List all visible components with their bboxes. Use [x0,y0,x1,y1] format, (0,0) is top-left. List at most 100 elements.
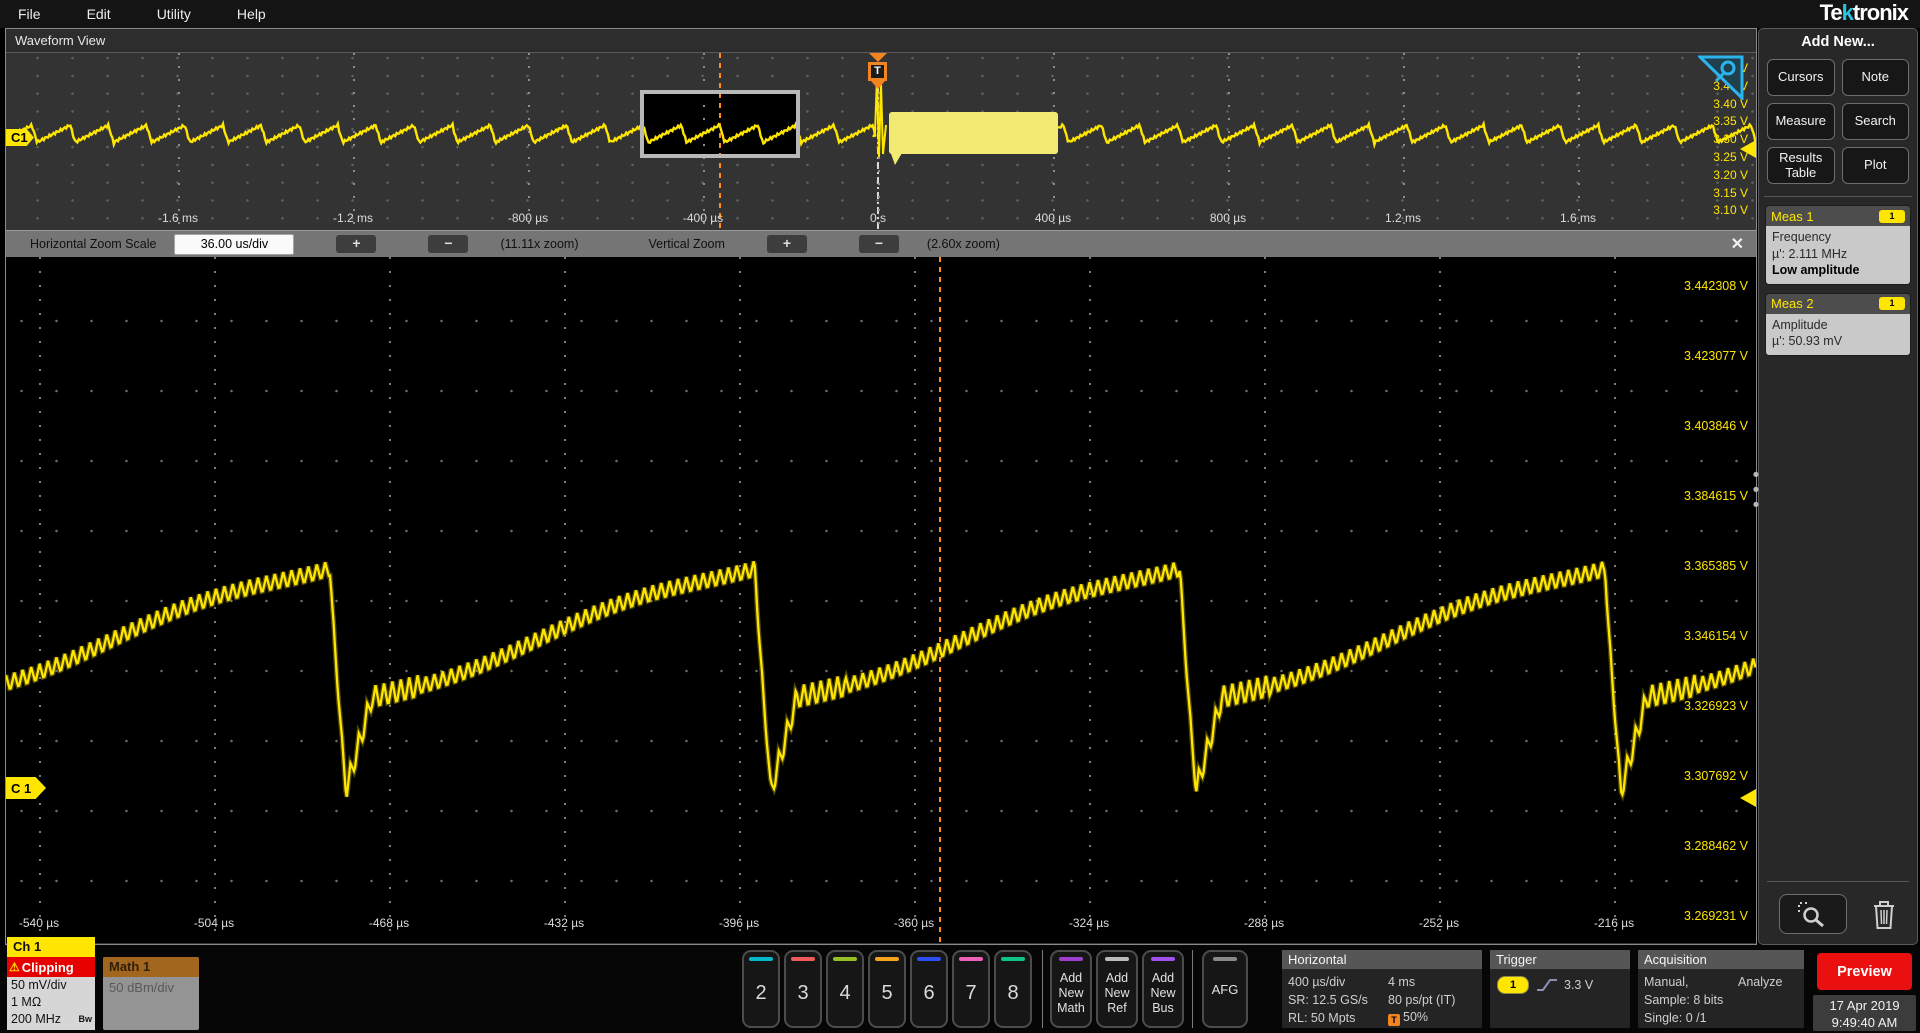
trigger-marker-icon[interactable]: T [868,62,887,81]
main-time-label: -288 µs [1244,916,1284,930]
trigger-marker-arrow-icon[interactable] [869,53,887,62]
logo-tronix: tronix [1853,0,1908,25]
acquisition-single: Single: 0 /1 [1644,1011,1707,1025]
acquisition-mode: Manual, [1644,975,1688,989]
hzoom-factor-label: (11.11x zoom) [500,237,578,251]
channel8-button[interactable]: 8 [994,950,1032,1028]
acquisition-panel[interactable]: Acquisition Manual, Analyze Sample: 8 bi… [1638,950,1804,1028]
trigger-title: Trigger [1490,950,1630,969]
waveform-view-title: Waveform View [6,29,1756,53]
channel7-label: 7 [954,982,988,1005]
channel2-label: 2 [744,982,778,1005]
main-time-label: -540 µs [19,916,59,930]
datetime-display: 17 Apr 2019 9:49:40 AM [1813,995,1916,1031]
overview-plot[interactable]: T C1 -1.6 ms-1.2 ms-800 µs-400 µs0 s400 … [6,53,1756,230]
channel6-button[interactable]: 6 [910,950,948,1028]
channel8-color-strip [1001,957,1025,961]
main-time-label: -252 µs [1419,916,1459,930]
vzoom-factor-label: (2.60x zoom) [927,237,1000,251]
hzoom-minus-button[interactable]: − [428,235,468,253]
channel4-button[interactable]: 4 [826,950,864,1028]
channel4-label: 4 [828,982,862,1005]
date-label: 17 Apr 2019 [1813,997,1916,1014]
channel5-button[interactable]: 5 [868,950,906,1028]
main-time-label: -504 µs [194,916,234,930]
overview-time-label: 1.6 ms [1560,211,1596,225]
menu-bar: File Edit Utility Help Tektronix [0,0,1920,28]
trigger-panel[interactable]: Trigger 1 3.3 V [1490,950,1630,1028]
menu-edit[interactable]: Edit [64,0,134,28]
main-voltage-label: 3.442308 V [1684,279,1748,293]
channel6-color-strip [917,957,941,961]
overview-voltage-label: 3.35 V [1713,114,1748,128]
sidebar-bottom [1767,881,1909,934]
settings-bar: Ch 1 ⚠ Clipping 50 mV/div1 MΩ200 MHzBw M… [0,945,1920,1033]
vzoom-minus-button[interactable]: − [859,235,899,253]
zoomed-waveform-plot[interactable]: C 1 -540 µs-504 µs-468 µs-432 µs-396 µs-… [6,257,1756,943]
horizontal-zoom-scale-input[interactable]: 36.00 us/div [174,234,294,255]
tektronix-logo: Tektronix [1820,0,1908,26]
channel3-button[interactable]: 3 [784,950,822,1028]
sidebar-button-measure[interactable]: Measure [1767,103,1835,140]
overview-voltage-label: 3.25 V [1713,150,1748,164]
panel-splitter-handle[interactable]: ••• [1751,468,1761,514]
horizontal-scale: 400 µs/div [1288,975,1345,989]
logo-k: k [1842,0,1853,25]
menu-utility[interactable]: Utility [134,0,214,28]
channel7-button[interactable]: 7 [952,950,990,1028]
vzoom-plus-button[interactable]: + [767,235,807,253]
meas1-warning: Low amplitude [1772,262,1904,279]
add-new-math-button[interactable]: AddNewMath [1050,950,1092,1028]
channel7-color-strip [959,957,983,961]
horizontal-panel[interactable]: Horizontal 400 µs/div 4 ms SR: 12.5 GS/s… [1282,950,1482,1028]
math1-scale: 50 dBm/div [103,980,199,995]
add-new-ref-button[interactable]: AddNewRef [1096,950,1138,1028]
acquisition-sample: Sample: 8 bits [1644,993,1723,1007]
meas2-source-badge: 1 [1879,297,1905,310]
add-new-bus-button[interactable]: AddNewBus [1142,950,1184,1028]
zoom-box[interactable] [640,90,800,158]
main-channel1-level-arrow-icon[interactable] [1740,789,1756,807]
sidebar-button-search[interactable]: Search [1842,103,1910,140]
overview-time-label: -800 µs [508,211,548,225]
zoom-select-button[interactable] [1779,894,1847,934]
menu-file[interactable]: File [0,0,64,28]
sidebar-button-note[interactable]: Note [1842,59,1910,96]
meas1-header[interactable]: Meas 1 1 [1766,206,1910,226]
time-label: 9:49:40 AM [1813,1014,1916,1031]
menu-help[interactable]: Help [214,0,289,28]
channel1-panel[interactable]: ⚠ Clipping 50 mV/div1 MΩ200 MHzBw [7,957,95,1030]
draw-zoom-box-icon[interactable] [1698,55,1744,100]
sidebar-button-cursors[interactable]: Cursors [1767,59,1835,96]
horizontal-trigger-position: T50% [1388,1010,1428,1026]
channel5-label: 5 [870,982,904,1005]
sidebar-button-results-table[interactable]: Results Table [1767,147,1835,184]
overview-voltage-label: 3.30 V [1713,132,1748,146]
add-new-label: AddNewRef [1098,971,1136,1016]
meas1-body: Frequency µ': 2.111 MHz Low amplitude [1766,226,1910,284]
horizontal-sample-rate: SR: 12.5 GS/s [1288,993,1368,1007]
meas1-card[interactable]: Meas 1 1 Frequency µ': 2.111 MHz Low amp… [1765,205,1911,285]
channel2-button[interactable]: 2 [742,950,780,1028]
horizontal-title: Horizontal [1282,950,1482,969]
meas2-header[interactable]: Meas 2 1 [1766,294,1910,314]
trigger-marker-tail-icon [871,81,885,89]
meas1-value: µ': 2.111 MHz [1772,246,1904,263]
meas2-card[interactable]: Meas 2 1 Amplitude µ': 50.93 mV [1765,293,1911,356]
warning-icon: ⚠ [9,960,20,974]
close-zoom-icon[interactable]: ✕ [1731,234,1744,254]
meas1-source-badge: 1 [1879,210,1905,223]
preview-button[interactable]: Preview [1817,953,1912,990]
channel1-tab[interactable]: Ch 1 [7,937,95,957]
hzoom-plus-button[interactable]: + [336,235,376,253]
trigger-level: 3.3 V [1564,978,1593,992]
afg-button[interactable]: AFG [1202,950,1248,1028]
add-new-heading: Add New... [1759,34,1917,50]
sidebar-button-plot[interactable]: Plot [1842,147,1910,184]
overview-voltage-label: 3.15 V [1713,186,1748,200]
vertical-zoom-label: Vertical Zoom [649,237,725,251]
overview-time-label: -1.6 ms [158,211,198,225]
trash-icon[interactable] [1870,898,1898,931]
results-sidebar: Add New... CursorsNoteMeasureSearchResul… [1758,28,1918,945]
math1-panel[interactable]: Math 1 50 dBm/div [103,957,199,1030]
